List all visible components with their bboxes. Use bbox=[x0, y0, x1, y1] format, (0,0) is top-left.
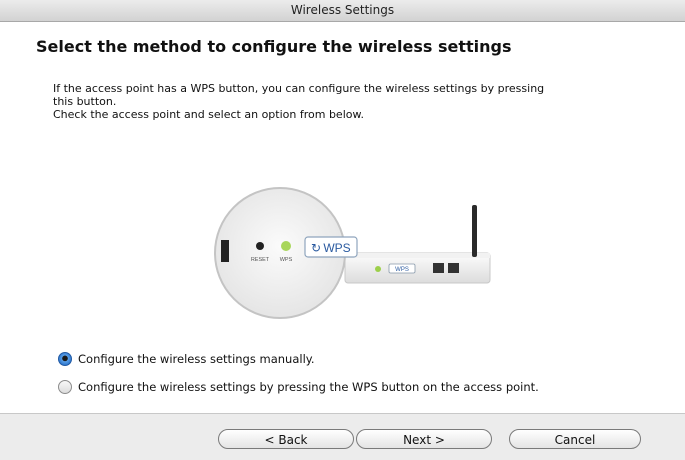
option-manual-label: Configure the wireless settings manually… bbox=[78, 352, 315, 366]
window-title: Wireless Settings bbox=[0, 0, 685, 22]
radio-manual[interactable] bbox=[58, 352, 72, 366]
reset-label: RESET bbox=[251, 257, 270, 263]
option-wps-label: Configure the wireless settings by press… bbox=[78, 380, 539, 394]
page-title: Select the method to configure the wirel… bbox=[36, 37, 512, 56]
router-antenna bbox=[472, 205, 477, 257]
option-wps[interactable]: Configure the wireless settings by press… bbox=[58, 380, 539, 394]
wps-router-illustration: WPS RESET WPS ↻ WPS bbox=[214, 187, 491, 319]
option-manual[interactable]: Configure the wireless settings manually… bbox=[58, 352, 315, 366]
back-button[interactable]: < Back bbox=[218, 429, 354, 449]
router-device: WPS bbox=[344, 205, 491, 284]
radio-wps[interactable] bbox=[58, 380, 72, 394]
description-line-3: Check the access point and select an opt… bbox=[53, 108, 364, 121]
description: If the access point has a WPS button, yo… bbox=[53, 82, 653, 121]
wps-button-icon: ↻ bbox=[311, 241, 321, 255]
wps-zoom-callout: RESET WPS ↻ WPS bbox=[214, 187, 358, 319]
wps-button-label: WPS bbox=[323, 241, 350, 255]
router-wps-label: WPS bbox=[395, 267, 409, 273]
description-line-2: this button. bbox=[53, 95, 117, 108]
wps-led-label: WPS bbox=[280, 257, 293, 263]
next-button[interactable]: Next > bbox=[356, 429, 492, 449]
cancel-button[interactable]: Cancel bbox=[509, 429, 641, 449]
description-line-1: If the access point has a WPS button, yo… bbox=[53, 82, 545, 95]
